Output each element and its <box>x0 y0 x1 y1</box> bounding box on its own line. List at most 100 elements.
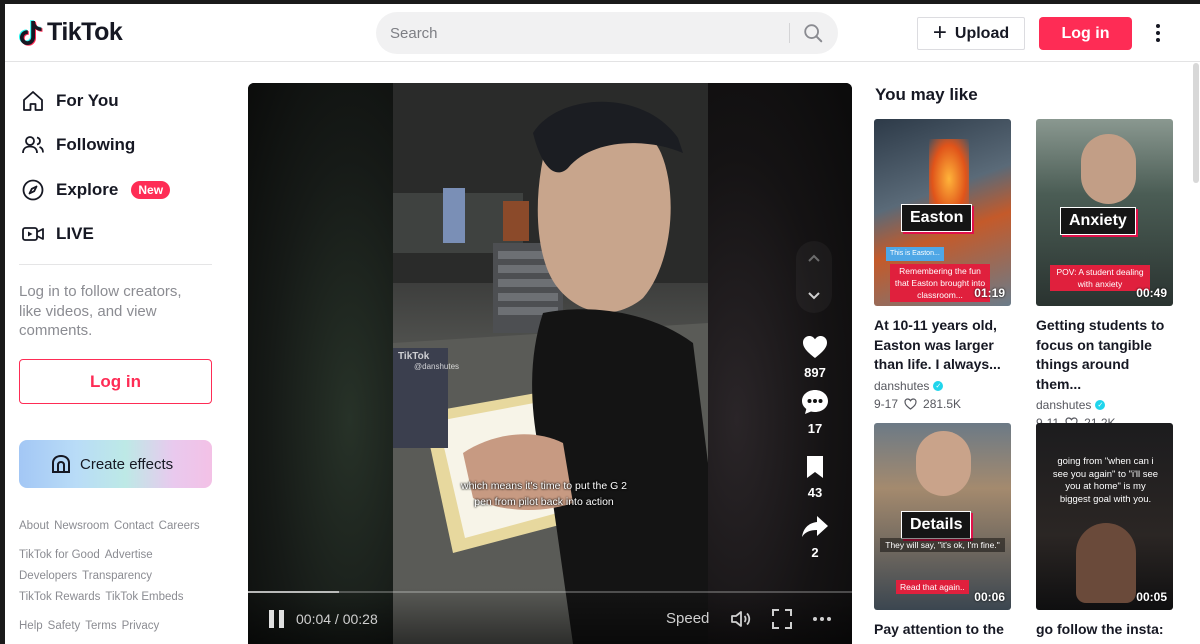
video-meta: 9-17 281.5K <box>874 397 1011 411</box>
heart-icon <box>803 336 827 358</box>
upload-button[interactable]: + Upload <box>917 17 1025 50</box>
pause-icon[interactable] <box>269 610 285 628</box>
sidebar-login-button[interactable]: Log in <box>19 359 212 404</box>
search-bar <box>376 12 838 54</box>
video-thumbnail[interactable]: Easton This is Easton... Remembering the… <box>874 119 1011 306</box>
more-horizontal-icon[interactable] <box>810 607 834 631</box>
video-thumbnail[interactable]: going from "when can i see you again" to… <box>1036 423 1173 610</box>
video-thumbnail[interactable]: Details They will say, "it's ok, I'm fin… <box>874 423 1011 610</box>
video-watermark: TikTok @danshutes <box>398 351 460 371</box>
footer-link-developers[interactable]: Developers <box>19 570 77 582</box>
comment-count: 17 <box>807 421 823 436</box>
sidebar-item-label: LIVE <box>56 224 94 243</box>
upload-label: Upload <box>954 24 1010 42</box>
video-title[interactable]: Getting students to focus on tangible th… <box>1036 316 1173 394</box>
video-like-count: 281.5K <box>923 396 962 411</box>
video-duration: 00:05 <box>1136 590 1167 604</box>
footer-links-row: Help Safety Terms Privacy <box>19 620 159 632</box>
footer-link-tiktok-rewards[interactable]: TikTok Rewards <box>19 591 100 603</box>
playback-time: 00:04 / 00:28 <box>296 611 378 627</box>
previous-video-button[interactable] <box>796 241 832 277</box>
create-effects-label: Create effects <box>80 455 174 473</box>
thumbnail-overlay-top: They will say, "it's ok, I'm fine." <box>880 538 1005 552</box>
video-duration: 00:49 <box>1136 286 1167 300</box>
verified-icon: ✓ <box>933 380 944 391</box>
logo-wordmark: TikTok <box>47 18 123 46</box>
share-count: 2 <box>811 545 819 560</box>
chevron-down-icon <box>808 292 820 300</box>
sidebar-divider <box>19 264 212 265</box>
footer-link-advertise[interactable]: Advertise <box>105 549 153 561</box>
save-button[interactable]: 43 <box>795 455 835 500</box>
sidebar-item-following[interactable]: Following <box>21 130 135 160</box>
thumbnail-overlay-top: going from "when can i see you again" to… <box>1052 456 1159 505</box>
recommended-video-card[interactable]: Anxiety POV: A student dealing with anxi… <box>1036 119 1173 430</box>
next-video-button[interactable] <box>796 277 832 313</box>
video-title[interactable]: Pay attention to the details... #teacher <box>874 620 1011 644</box>
comment-button[interactable]: 17 <box>795 389 835 436</box>
like-button[interactable]: 897 <box>795 335 835 380</box>
video-duration: 00:06 <box>974 590 1005 604</box>
video-duration: 01:19 <box>974 286 1005 300</box>
tiktok-logo-icon <box>19 19 43 46</box>
sidebar-item-for-you[interactable]: For You <box>21 86 119 116</box>
footer-link-privacy[interactable]: Privacy <box>122 620 160 632</box>
recommended-video-card[interactable]: going from "when can i see you again" to… <box>1036 423 1173 644</box>
search-icon <box>804 24 823 43</box>
search-input[interactable] <box>390 12 780 54</box>
thumbnail-art <box>1076 523 1136 603</box>
effect-house-icon <box>52 454 70 473</box>
sidebar-item-label: For You <box>56 91 119 110</box>
footer-links-row: About Newsroom Contact Careers <box>19 520 200 532</box>
thumbnail-overlay-top: This is Easton... <box>886 247 944 261</box>
header-login-button[interactable]: Log in <box>1039 17 1132 50</box>
speed-button[interactable]: Speed <box>666 610 709 627</box>
share-icon <box>802 516 828 537</box>
users-icon <box>22 136 44 154</box>
verified-icon: ✓ <box>1095 400 1106 410</box>
video-author[interactable]: danshutes ✓ <box>874 379 1011 393</box>
footer-link-about[interactable]: About <box>19 520 49 532</box>
live-icon <box>22 227 44 241</box>
footer-link-terms[interactable]: Terms <box>85 620 116 632</box>
video-blur-left <box>248 83 393 644</box>
video-caption: which means it's time to put the G 2 pen… <box>461 480 627 508</box>
login-prompt-text: Log in to follow creators, like videos, … <box>19 283 182 339</box>
you-may-like-heading: You may like <box>875 85 978 104</box>
thumbnail-art <box>916 431 971 496</box>
recommended-video-card[interactable]: Easton This is Easton... Remembering the… <box>874 119 1011 411</box>
search-divider <box>789 23 790 43</box>
footer-links-row: Developers Transparency <box>19 570 152 582</box>
footer-link-help[interactable]: Help <box>19 620 43 632</box>
footer-link-tiktok-for-good[interactable]: TikTok for Good <box>19 549 100 561</box>
video-title[interactable]: go follow the insta: daddy.jessiah <box>1036 620 1173 644</box>
more-options-icon[interactable] <box>1153 20 1163 46</box>
new-badge: New <box>131 181 171 199</box>
footer-link-contact[interactable]: Contact <box>114 520 154 532</box>
sidebar-item-explore[interactable]: Explore New <box>21 175 171 205</box>
create-effects-button[interactable]: Create effects <box>19 440 212 488</box>
video-nav <box>796 241 832 313</box>
footer-link-safety[interactable]: Safety <box>48 620 81 632</box>
tiktok-logo[interactable]: TikTok <box>19 18 123 47</box>
page-scrollbar[interactable] <box>1193 63 1199 183</box>
footer-link-transparency[interactable]: Transparency <box>82 570 152 582</box>
video-thumbnail[interactable]: Anxiety POV: A student dealing with anxi… <box>1036 119 1173 306</box>
plus-icon: + <box>932 18 947 46</box>
footer-link-tiktok-embeds[interactable]: TikTok Embeds <box>105 591 183 603</box>
search-button[interactable] <box>796 17 830 49</box>
video-player[interactable]: TikTok @danshutes which means it's time t… <box>248 83 852 644</box>
fullscreen-icon[interactable] <box>770 607 794 631</box>
volume-icon[interactable] <box>729 607 753 631</box>
sidebar-item-live[interactable]: LIVE <box>21 219 94 249</box>
video-title[interactable]: At 10-11 years old, Easton was larger th… <box>874 316 1011 375</box>
sidebar-item-label: Following <box>56 135 136 154</box>
footer-link-newsroom[interactable]: Newsroom <box>54 520 109 532</box>
video-author[interactable]: danshutes ✓ <box>1036 398 1173 412</box>
share-button[interactable]: 2 <box>795 515 835 560</box>
progress-bar[interactable] <box>248 591 852 593</box>
footer-link-careers[interactable]: Careers <box>159 520 200 532</box>
bookmark-icon <box>807 456 823 478</box>
recommended-video-card[interactable]: Details They will say, "it's ok, I'm fin… <box>874 423 1011 644</box>
progress-fill <box>248 591 339 593</box>
